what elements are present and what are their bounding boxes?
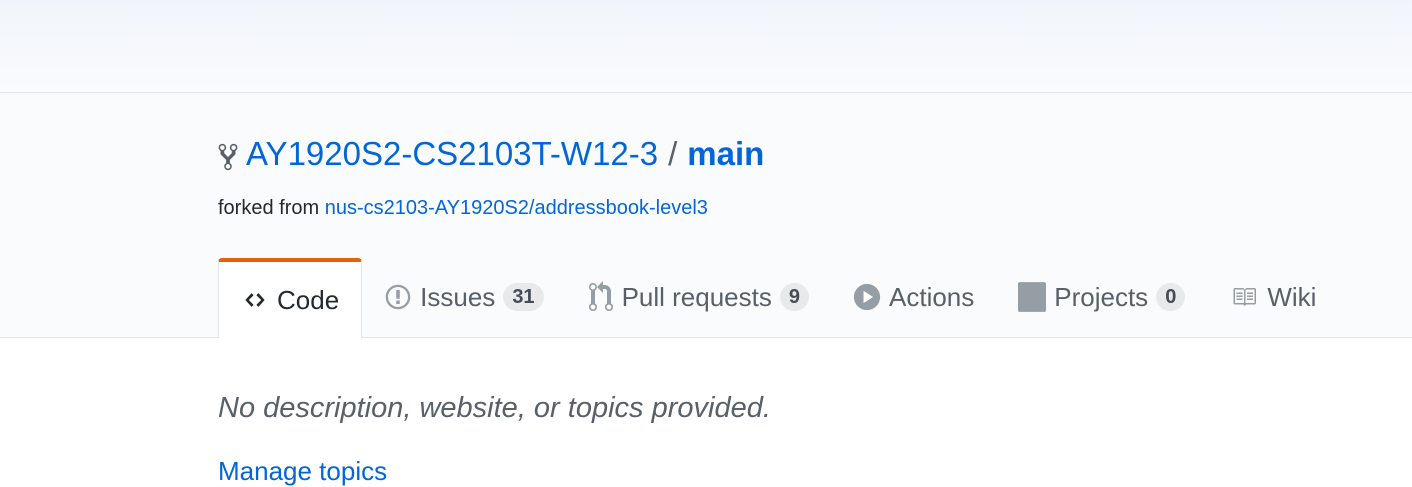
book-icon <box>1229 285 1259 309</box>
repo-owner-link[interactable]: AY1920S2-CS2103T-W12-3 <box>246 135 658 173</box>
git-pull-request-icon <box>588 281 614 313</box>
tab-projects[interactable]: Projects 0 <box>996 258 1207 336</box>
issue-opened-icon <box>384 283 412 311</box>
tab-actions-label: Actions <box>889 281 975 312</box>
tab-wiki[interactable]: Wiki <box>1207 258 1338 336</box>
tab-issues[interactable]: Issues 31 <box>362 258 565 336</box>
forked-from-label: forked from <box>218 197 320 219</box>
code-icon <box>241 289 269 311</box>
tab-projects-label: Projects <box>1054 281 1149 312</box>
projects-counter: 0 <box>1156 283 1186 311</box>
repo-description: No description, website, or topics provi… <box>218 392 771 424</box>
tab-pull-requests[interactable]: Pull requests 9 <box>566 258 831 336</box>
tab-code-label: Code <box>277 284 340 315</box>
path-separator: / <box>668 135 678 172</box>
repo-title: AY1920S2-CS2103T-W12-3 / main <box>218 132 764 176</box>
tab-actions[interactable]: Actions <box>831 258 996 336</box>
forked-from-link[interactable]: nus-cs2103-AY1920S2/addressbook-level3 <box>325 197 708 219</box>
top-banner <box>0 0 1412 93</box>
project-icon <box>1018 282 1047 312</box>
forked-from: forked from nus-cs2103-AY1920S2/addressb… <box>218 197 708 220</box>
manage-topics-link[interactable]: Manage topics <box>218 456 387 487</box>
tab-code[interactable]: Code <box>218 258 363 338</box>
repo-forked-icon <box>218 143 238 171</box>
issues-counter: 31 <box>503 283 544 311</box>
play-icon <box>853 283 881 311</box>
repo-name-link[interactable]: main <box>687 135 764 173</box>
tab-pull-requests-label: Pull requests <box>621 281 772 312</box>
repo-nav-tabs: Code Issues 31 Pull requests 9 Actions P… <box>218 258 1338 338</box>
tab-wiki-label: Wiki <box>1267 281 1317 312</box>
tab-issues-label: Issues <box>420 281 496 312</box>
pull-requests-counter: 9 <box>779 283 809 311</box>
